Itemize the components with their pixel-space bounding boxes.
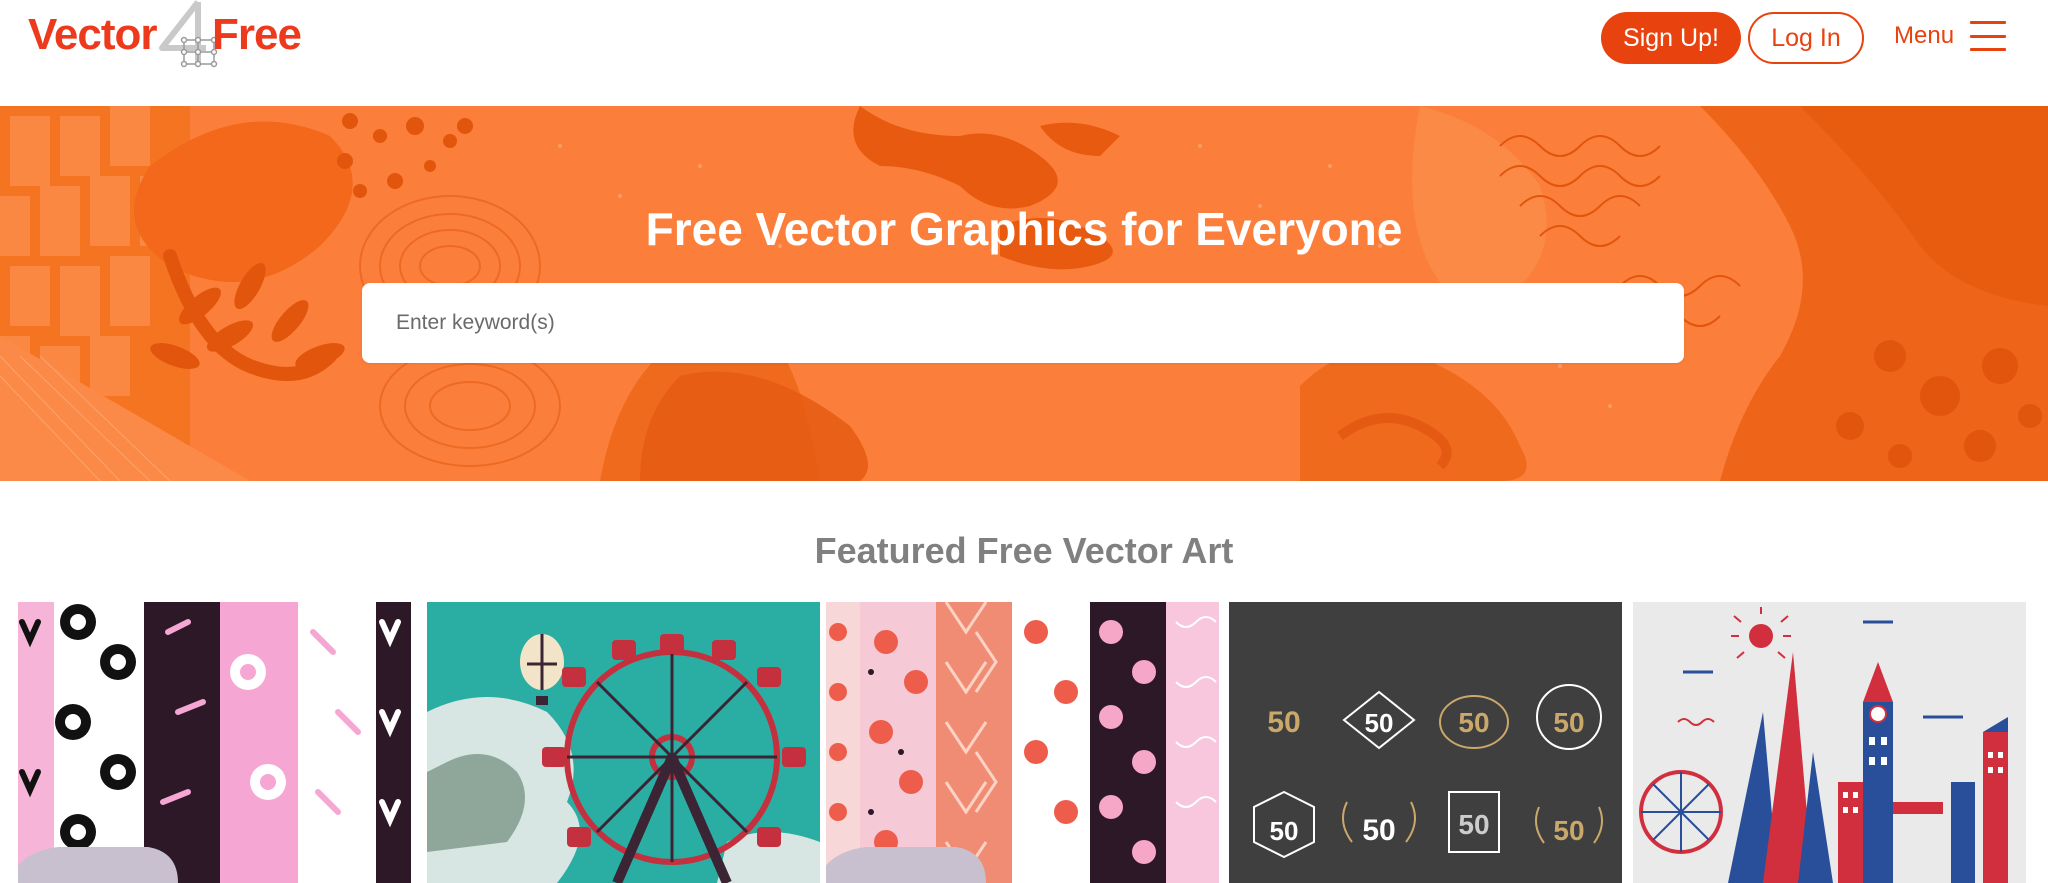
sign-up-button[interactable]: Sign Up! [1601,12,1741,64]
svg-text:50: 50 [1553,815,1584,846]
hamburger-icon [1970,21,2007,51]
floral-patterns-thumbnail [826,602,1219,883]
hero-banner: Free Vector Graphics for Everyone [0,106,2048,481]
card-patterns-brush-strokes[interactable] [18,602,411,883]
site-header: Vector Free Sign Up! Log In Menu [0,0,2048,106]
card-ferris-wheel[interactable] [427,602,820,883]
logo-word-free: Free [212,10,302,59]
hero-title: Free Vector Graphics for Everyone [645,203,1403,255]
search-input[interactable] [362,283,1684,363]
svg-text:50: 50 [1458,707,1489,738]
logo-four-icon [159,0,218,68]
card-anniversary-badges[interactable]: 50 50 50 50 50 50 50 50 [1229,602,1622,883]
featured-section-title: Featured Free Vector Art [814,530,1234,571]
anniversary-badges-thumbnail: 50 50 50 50 50 50 50 50 [1229,602,1622,883]
svg-text:50: 50 [1362,814,1395,847]
card-london-skyline[interactable] [1633,602,2026,883]
svg-text:50: 50 [1458,809,1489,840]
menu-label: Menu [1894,22,1955,49]
brush-patterns-thumbnail [18,602,411,883]
svg-text:50: 50 [1553,707,1584,738]
london-skyline-thumbnail [1633,602,2026,883]
site-logo[interactable]: Vector Free [28,0,318,74]
logo-word-vector: Vector [28,10,158,59]
menu-button[interactable]: Menu [1894,16,2007,56]
log-in-button[interactable]: Log In [1748,12,1864,64]
svg-text:50: 50 [1267,706,1300,739]
svg-text:50: 50 [1270,816,1299,846]
card-floral-patterns[interactable] [826,602,1219,883]
svg-text:50: 50 [1365,708,1394,738]
ferris-wheel-thumbnail [427,602,820,883]
